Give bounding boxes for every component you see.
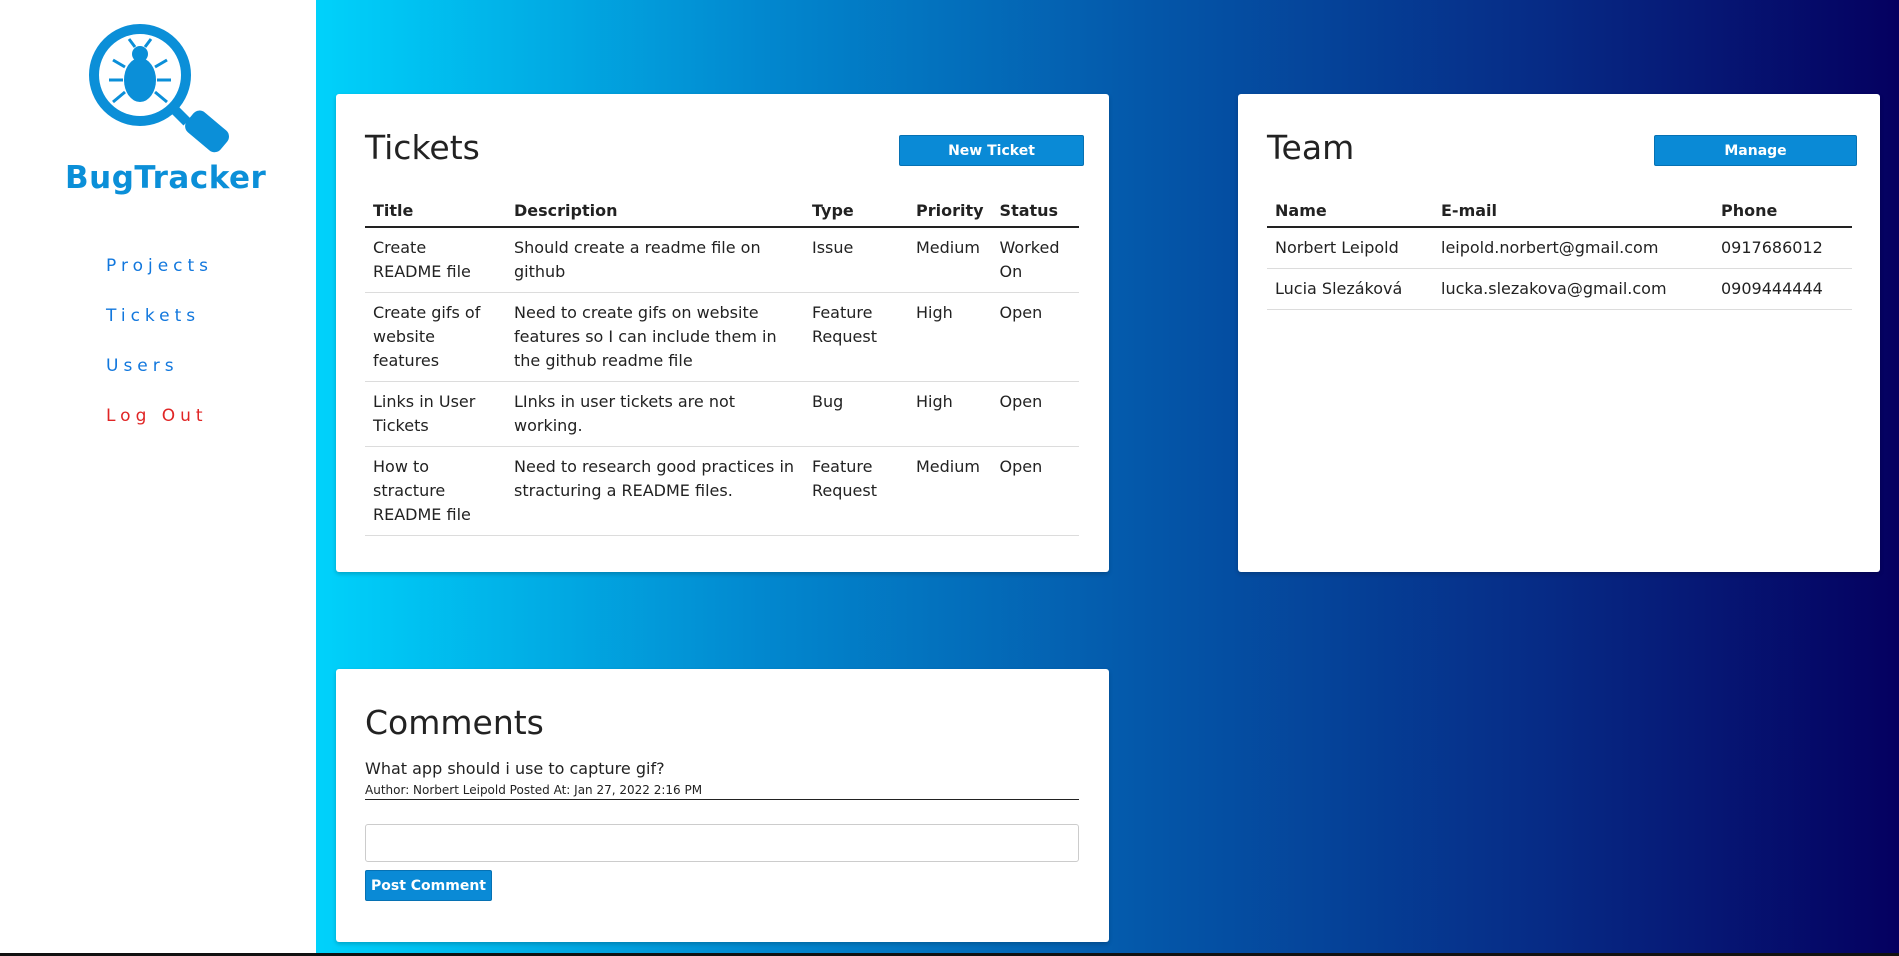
ticket-priority: High — [908, 381, 992, 447]
nav-item-tickets[interactable]: Tickets — [106, 302, 213, 352]
member-name: Lucia Slezáková — [1267, 268, 1433, 310]
ticket-type: Feature Request — [804, 292, 908, 382]
table-row[interactable]: Lucia Slezáková lucka.slezakova@gmail.co… — [1267, 268, 1852, 310]
main-content: Tickets New Ticket Title Description Typ… — [316, 0, 1899, 953]
sidebar: BugTracker Projects Tickets Users Log Ou… — [0, 0, 316, 956]
ticket-priority: High — [908, 292, 992, 382]
table-row[interactable]: Links in User Tickets LInks in user tick… — [365, 381, 1079, 447]
team-title: Team — [1267, 128, 1355, 167]
post-comment-button[interactable]: Post Comment — [365, 870, 492, 901]
col-email: E-mail — [1433, 195, 1713, 228]
ticket-type: Bug — [804, 381, 908, 447]
comment-input[interactable] — [365, 824, 1079, 862]
comment-text: What app should i use to capture gif? — [365, 759, 665, 778]
ticket-description: Need to create gifs on website features … — [506, 292, 804, 382]
tickets-table: Title Description Type Priority Status C… — [365, 195, 1079, 536]
ticket-status: Open — [991, 292, 1079, 382]
brand-name: BugTracker — [65, 160, 267, 196]
table-row[interactable]: Create README file Should create a readm… — [365, 227, 1079, 293]
col-priority: Priority — [908, 195, 992, 228]
member-email: lucka.slezakova@gmail.com — [1433, 268, 1713, 310]
ticket-type: Feature Request — [804, 446, 908, 536]
ticket-priority: Medium — [908, 446, 992, 536]
bug-magnifier-icon — [89, 24, 229, 153]
member-email: leipold.norbert@gmail.com — [1433, 227, 1713, 269]
col-type: Type — [804, 195, 908, 228]
ticket-type: Issue — [804, 227, 908, 293]
tickets-title: Tickets — [365, 128, 480, 167]
ticket-description: Need to research good practices in strac… — [506, 446, 804, 536]
ticket-status: Worked On — [991, 227, 1079, 293]
member-phone: 0917686012 — [1713, 227, 1852, 269]
ticket-status: Open — [991, 381, 1079, 447]
manage-button[interactable]: Manage — [1654, 135, 1857, 166]
comments-title: Comments — [365, 703, 544, 742]
tickets-header-row: Title Description Type Priority Status — [365, 195, 1079, 228]
member-name: Norbert Leipold — [1267, 227, 1433, 269]
ticket-title[interactable]: Create gifs of website features — [365, 292, 506, 382]
ticket-priority: Medium — [908, 227, 992, 293]
col-title: Title — [365, 195, 506, 228]
nav-item-users[interactable]: Users — [106, 352, 213, 402]
col-status: Status — [991, 195, 1079, 228]
col-phone: Phone — [1713, 195, 1852, 228]
ticket-title[interactable]: Links in User Tickets — [365, 381, 506, 447]
comment-meta: Author: Norbert Leipold Posted At: Jan 2… — [365, 783, 1079, 800]
col-name: Name — [1267, 195, 1433, 228]
new-ticket-button[interactable]: New Ticket — [899, 135, 1084, 166]
table-row[interactable]: How to stracture README file Need to res… — [365, 446, 1079, 536]
table-row[interactable]: Norbert Leipold leipold.norbert@gmail.co… — [1267, 227, 1852, 269]
table-row[interactable]: Create gifs of website features Need to … — [365, 292, 1079, 382]
logo[interactable]: BugTracker — [65, 22, 267, 202]
team-header-row: Name E-mail Phone — [1267, 195, 1852, 228]
ticket-description: LInks in user tickets are not working. — [506, 381, 804, 447]
col-description: Description — [506, 195, 804, 228]
member-phone: 0909444444 — [1713, 268, 1852, 310]
ticket-status: Open — [991, 446, 1079, 536]
ticket-title[interactable]: How to stracture README file — [365, 446, 506, 536]
sidebar-nav: Projects Tickets Users Log Out — [106, 252, 213, 452]
ticket-description: Should create a readme file on github — [506, 227, 804, 293]
nav-item-logout[interactable]: Log Out — [106, 402, 213, 452]
team-card: Team Manage Name E-mail Phone Norbert Le… — [1238, 94, 1880, 572]
comments-card: Comments What app should i use to captur… — [336, 669, 1109, 942]
team-table: Name E-mail Phone Norbert Leipold leipol… — [1267, 195, 1852, 310]
ticket-title[interactable]: Create README file — [365, 227, 506, 293]
tickets-card: Tickets New Ticket Title Description Typ… — [336, 94, 1109, 572]
nav-item-projects[interactable]: Projects — [106, 252, 213, 302]
